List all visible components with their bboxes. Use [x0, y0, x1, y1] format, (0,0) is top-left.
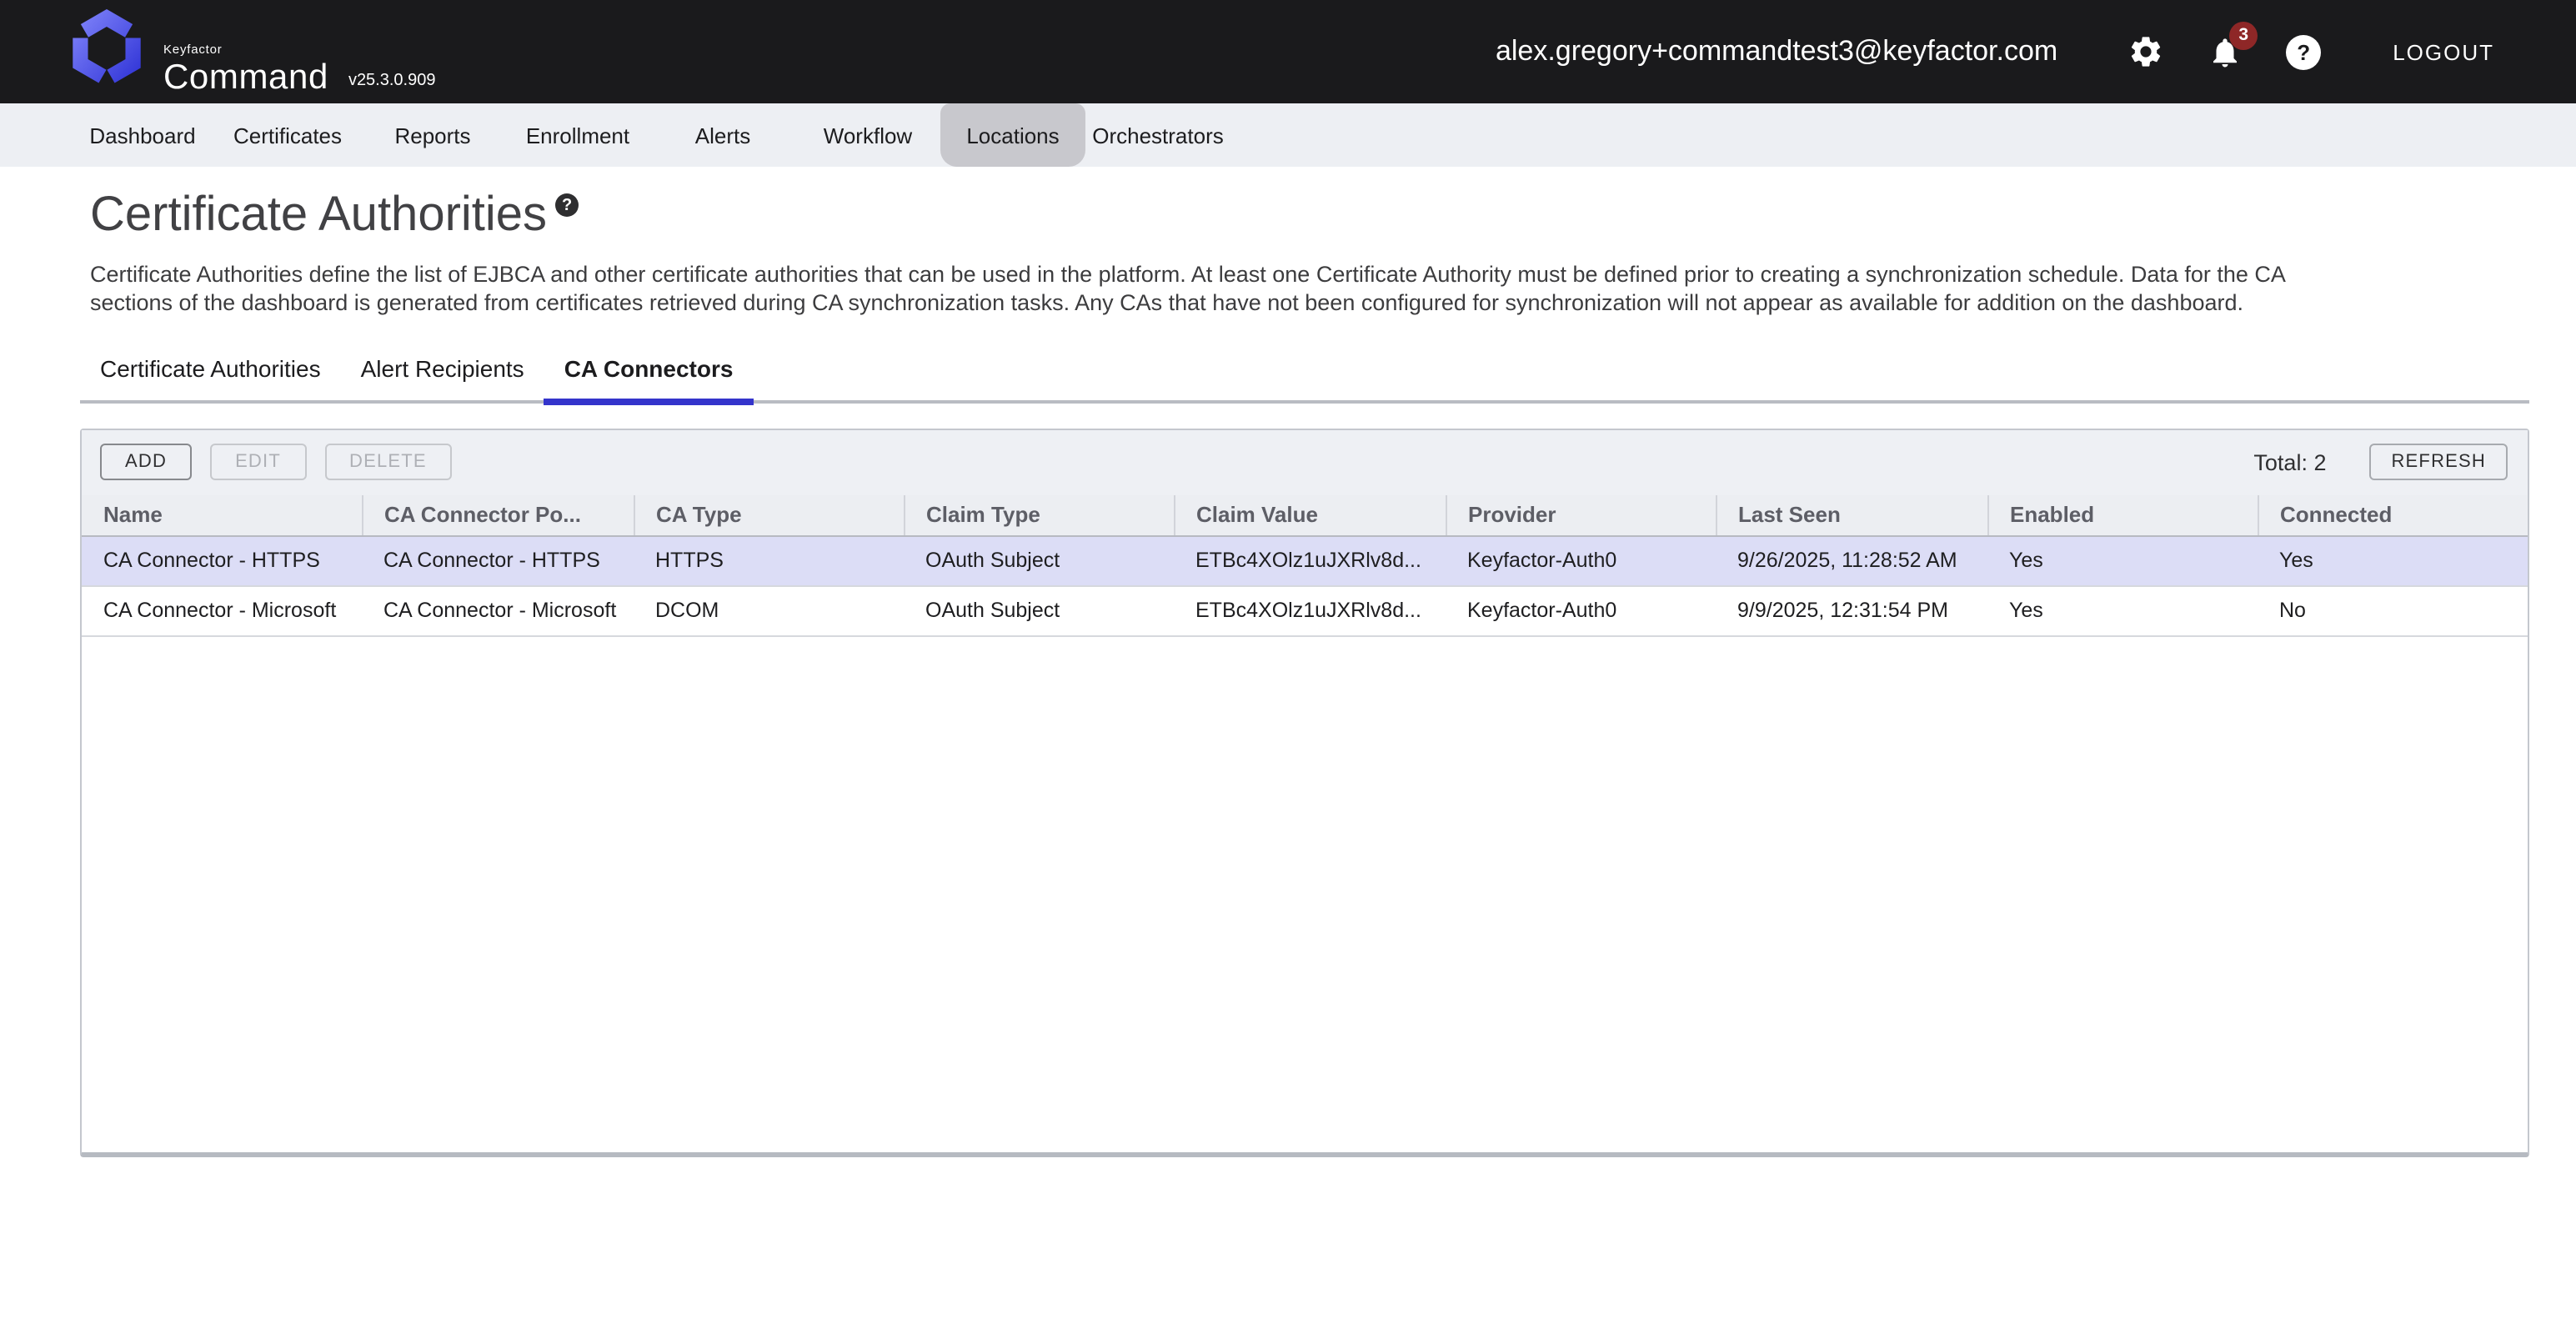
tab-certificate-authorities[interactable]: Certificate Authorities — [80, 355, 341, 400]
app-root: Keyfactor Command v25.3.0.909 alex.grego… — [0, 0, 2576, 1319]
cell-enabled: Yes — [1987, 586, 2258, 636]
column-header-enabled[interactable]: Enabled — [1987, 495, 2258, 536]
column-header-ca-connector-pool[interactable]: CA Connector Po... — [362, 495, 634, 536]
nav-item-enrollment[interactable]: Enrollment — [505, 103, 650, 167]
column-header-name[interactable]: Name — [82, 495, 362, 536]
tab-alert-recipients[interactable]: Alert Recipients — [341, 355, 544, 400]
nav-item-locations[interactable]: Locations — [940, 103, 1085, 167]
nav-item-workflow[interactable]: Workflow — [795, 103, 940, 167]
page-description-line1: Certificate Authorities define the list … — [90, 260, 2486, 289]
brand-text: Keyfactor Command — [163, 43, 328, 95]
cell-pool: CA Connector - Microsoft — [362, 586, 634, 636]
cell-claim-type: OAuth Subject — [904, 536, 1174, 586]
brand-logo[interactable]: Keyfactor Command v25.3.0.909 — [67, 8, 435, 95]
table-header-row: Name CA Connector Po... CA Type Claim Ty… — [82, 495, 2528, 536]
logout-button[interactable]: LOGOUT — [2383, 38, 2504, 66]
cell-ca-type: DCOM — [634, 586, 904, 636]
nav-item-certificates[interactable]: Certificates — [215, 103, 360, 167]
grid-toolbar: ADD EDIT DELETE Total: 2 REFRESH — [82, 430, 2528, 495]
brand-keyfactor-label: Keyfactor — [163, 43, 328, 55]
column-header-ca-type[interactable]: CA Type — [634, 495, 904, 536]
table-row-https[interactable]: CA Connector - HTTPS CA Connector - HTTP… — [82, 536, 2528, 586]
cell-last-seen: 9/9/2025, 12:31:54 PM — [1716, 586, 1987, 636]
cell-pool: CA Connector - HTTPS — [362, 536, 634, 586]
version-label: v25.3.0.909 — [348, 72, 436, 90]
question-mark-icon: ? — [2286, 34, 2321, 69]
user-email: alex.gregory+commandtest3@keyfactor.com — [1496, 35, 2057, 68]
top-header-bar: Keyfactor Command v25.3.0.909 alex.grego… — [0, 0, 2576, 103]
cell-claim-value: ETBc4XOlz1uJXRlv8d... — [1174, 586, 1446, 636]
help-button[interactable]: ? — [2286, 34, 2321, 69]
cell-claim-type: OAuth Subject — [904, 586, 1174, 636]
ca-connectors-table: Name CA Connector Po... CA Type Claim Ty… — [82, 495, 2528, 637]
cell-last-seen: 9/26/2025, 11:28:52 AM — [1716, 536, 1987, 586]
column-header-connected[interactable]: Connected — [2258, 495, 2528, 536]
notifications-button[interactable]: 3 — [2208, 34, 2243, 69]
cell-connected: No — [2258, 586, 2528, 636]
header-right-controls: alex.gregory+commandtest3@keyfactor.com … — [1496, 33, 2576, 70]
page-title: Certificate Authorities — [90, 190, 547, 243]
column-header-claim-value[interactable]: Claim Value — [1174, 495, 1446, 536]
column-header-provider[interactable]: Provider — [1446, 495, 1716, 536]
brand-command-label: Command — [163, 60, 328, 95]
cell-name: CA Connector - Microsoft — [82, 586, 362, 636]
delete-button[interactable]: DELETE — [324, 444, 452, 481]
nav-item-reports[interactable]: Reports — [360, 103, 505, 167]
cell-name: CA Connector - HTTPS — [82, 536, 362, 586]
table-row-microsoft[interactable]: CA Connector - Microsoft CA Connector - … — [82, 586, 2528, 636]
gear-icon — [2127, 33, 2164, 70]
refresh-button[interactable]: REFRESH — [2369, 444, 2508, 481]
keyfactor-hexagon-logo-icon — [67, 8, 147, 88]
cell-connected: Yes — [2258, 536, 2528, 586]
ca-connectors-grid: ADD EDIT DELETE Total: 2 REFRESH Name CA… — [80, 429, 2529, 1157]
cell-provider: Keyfactor-Auth0 — [1446, 536, 1716, 586]
tab-bar: Certificate Authorities Alert Recipients… — [80, 355, 2529, 404]
column-header-claim-type[interactable]: Claim Type — [904, 495, 1174, 536]
cell-provider: Keyfactor-Auth0 — [1446, 586, 1716, 636]
page-title-row: Certificate Authorities ? — [90, 190, 2576, 243]
nav-item-dashboard[interactable]: Dashboard — [70, 103, 215, 167]
nav-item-orchestrators[interactable]: Orchestrators — [1085, 103, 1230, 167]
cell-enabled: Yes — [1987, 536, 2258, 586]
column-header-last-seen[interactable]: Last Seen — [1716, 495, 1987, 536]
total-count: Total: 2 — [2253, 450, 2326, 475]
toolbar-right: Total: 2 REFRESH — [2253, 444, 2509, 481]
page-description: Certificate Authorities define the list … — [90, 260, 2486, 318]
cell-claim-value: ETBc4XOlz1uJXRlv8d... — [1174, 536, 1446, 586]
edit-button[interactable]: EDIT — [210, 444, 306, 481]
page-description-line2: sections of the dashboard is generated f… — [90, 289, 2486, 318]
cell-ca-type: HTTPS — [634, 536, 904, 586]
nav-item-alerts[interactable]: Alerts — [650, 103, 795, 167]
add-button[interactable]: ADD — [100, 444, 192, 481]
notification-count-badge: 3 — [2229, 21, 2258, 49]
main-nav: Dashboard Certificates Reports Enrollmen… — [0, 103, 2576, 167]
title-help-icon[interactable]: ? — [555, 193, 579, 217]
settings-button[interactable] — [2127, 33, 2164, 70]
tab-ca-connectors[interactable]: CA Connectors — [544, 355, 754, 400]
